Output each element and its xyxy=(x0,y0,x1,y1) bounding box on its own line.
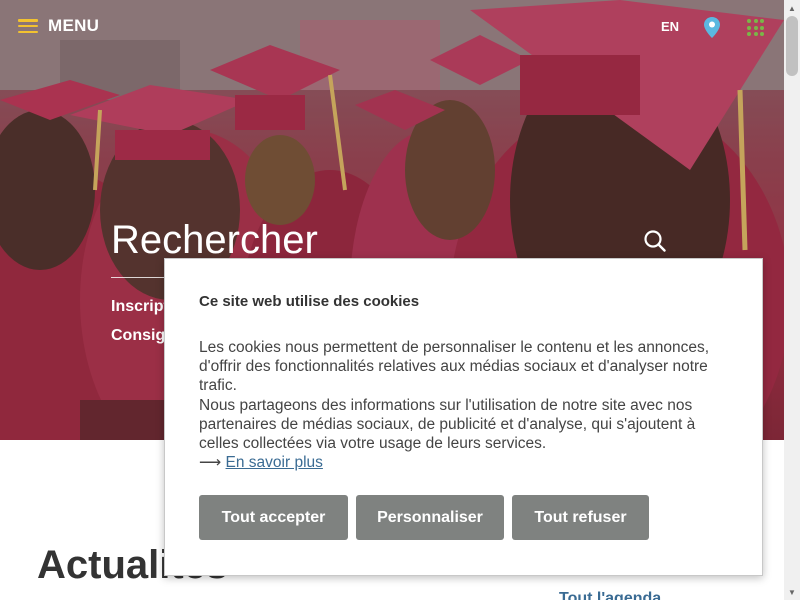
scroll-thumb[interactable] xyxy=(786,16,798,76)
map-pin-icon[interactable] xyxy=(704,17,720,43)
page-scrollbar[interactable]: ▲ ▼ xyxy=(784,0,800,600)
cookie-paragraph-1: Les cookies nous permettent de personnal… xyxy=(199,339,710,395)
scroll-down-icon[interactable]: ▼ xyxy=(784,584,800,600)
refuse-all-button[interactable]: Tout refuser xyxy=(512,495,649,540)
agenda-link[interactable]: Tout l'agenda xyxy=(559,590,661,600)
menu-button[interactable]: MENU xyxy=(18,16,99,36)
learn-more-row: ⟶ En savoir plus xyxy=(199,453,323,472)
cookie-consent-dialog: Ce site web utilise des cookies Les cook… xyxy=(164,258,763,576)
grid-dots-icon[interactable] xyxy=(747,19,764,36)
customize-button[interactable]: Personnaliser xyxy=(356,495,504,540)
arrow-right-icon: ⟶ xyxy=(199,454,222,471)
hamburger-icon xyxy=(18,19,38,33)
accept-all-button[interactable]: Tout accepter xyxy=(199,495,348,540)
scroll-up-icon[interactable]: ▲ xyxy=(784,0,800,16)
menu-label: MENU xyxy=(48,16,100,35)
search-title[interactable]: Rechercher xyxy=(111,218,318,263)
cookie-dialog-text: Les cookies nous permettent de personnal… xyxy=(199,338,739,453)
top-navigation-bar: MENU EN xyxy=(0,0,784,56)
cookie-dialog-title: Ce site web utilise des cookies xyxy=(199,293,420,310)
cookie-paragraph-2: Nous partageons des informations sur l'u… xyxy=(199,396,696,453)
learn-more-link[interactable]: En savoir plus xyxy=(226,454,323,471)
language-switch-button[interactable]: EN xyxy=(661,19,679,34)
search-icon[interactable] xyxy=(644,230,666,257)
